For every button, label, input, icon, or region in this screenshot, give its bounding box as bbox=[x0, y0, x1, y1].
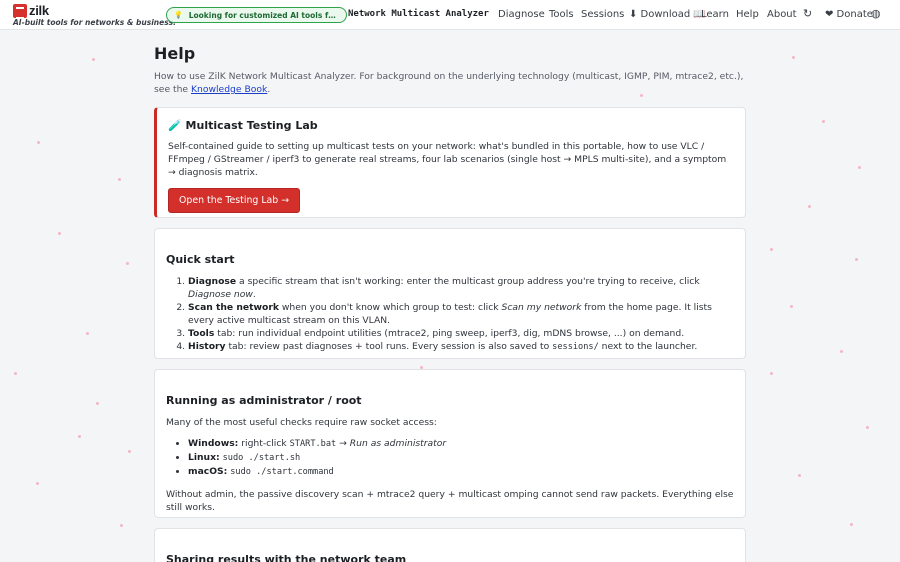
testing-lab-title-text: Multicast Testing Lab bbox=[185, 119, 318, 132]
nav-donate[interactable]: ❤ Donate bbox=[825, 9, 873, 20]
step-emphasis: Scan my network bbox=[501, 302, 582, 313]
step-label: Scan the network bbox=[188, 302, 279, 313]
os-command: sudo ./start.command bbox=[230, 467, 334, 477]
brand-tagline: AI-built tools for networks & business. bbox=[13, 18, 176, 27]
knowledge-book-link[interactable]: Knowledge Book bbox=[191, 84, 267, 95]
list-item: Tools tab: run individual endpoint utili… bbox=[188, 327, 734, 340]
brand-wordmark: zilk bbox=[29, 3, 49, 18]
open-testing-lab-button[interactable]: Open the Testing Lab → bbox=[168, 188, 301, 213]
quick-start-list: Diagnose a specific stream that isn't wo… bbox=[166, 275, 734, 354]
testing-lab-title: 🧪 Multicast Testing Lab bbox=[168, 119, 734, 132]
testing-lab-description: Self-contained guide to setting up multi… bbox=[168, 141, 727, 178]
quick-start-title: Quick start bbox=[166, 253, 235, 266]
os-text: right-click bbox=[238, 438, 290, 449]
refresh-icon[interactable]: ↻ bbox=[803, 7, 812, 20]
step-text: a specific stream that isn't working: en… bbox=[236, 276, 700, 287]
step-label: Tools bbox=[188, 328, 215, 339]
nav-learn[interactable]: Learn bbox=[701, 9, 729, 20]
list-item: History tab: review past diagnoses + too… bbox=[188, 340, 734, 354]
quick-start-card: Quick start Diagnose a specific stream t… bbox=[154, 228, 746, 359]
intro-end: . bbox=[267, 84, 271, 95]
step-text-end: . bbox=[252, 289, 256, 300]
step-emphasis: Diagnose now bbox=[188, 289, 253, 300]
nav-tools[interactable]: Tools bbox=[549, 9, 574, 20]
sharing-title: Sharing results with the network team bbox=[166, 553, 407, 562]
step-text-end: next to the launcher. bbox=[598, 341, 698, 352]
os-command: START.bat bbox=[289, 439, 337, 449]
os-label: Linux: bbox=[188, 452, 220, 463]
page-intro: How to use ZilK Network Multicast Analyz… bbox=[154, 70, 746, 96]
step-text: tab: review past diagnoses + tool runs. … bbox=[225, 341, 553, 352]
admin-card: Running as administrator / root Many of … bbox=[154, 369, 746, 518]
step-label: Diagnose bbox=[188, 276, 237, 287]
top-navbar: zilk AI-built tools for networks & busin… bbox=[0, 0, 900, 30]
sharing-card: Sharing results with the network team bbox=[154, 528, 746, 562]
list-item: Diagnose a specific stream that isn't wo… bbox=[188, 275, 734, 301]
brand-logo[interactable]: zilk AI-built tools for networks & busin… bbox=[13, 3, 176, 29]
admin-os-list: Windows: right-click START.bat → Run as … bbox=[166, 437, 734, 479]
help-header: Help How to use ZilK Network Multicast A… bbox=[154, 44, 746, 96]
list-item: macOS: sudo ./start.command bbox=[188, 465, 734, 479]
nav-help[interactable]: Help bbox=[736, 9, 759, 20]
nav-about[interactable]: About bbox=[767, 9, 797, 20]
admin-title: Running as administrator / root bbox=[166, 394, 362, 407]
step-text: tab: run individual endpoint utilities (… bbox=[214, 328, 685, 339]
admin-footer: Without admin, the passive discovery sca… bbox=[166, 489, 734, 513]
os-label: Windows: bbox=[188, 438, 239, 449]
promo-pill[interactable]: 💡 Looking for customized AI tools for y… bbox=[166, 7, 347, 23]
os-emphasis: Run as administrator bbox=[349, 438, 447, 449]
lightbulb-icon: 💡 bbox=[174, 11, 183, 19]
os-label: macOS: bbox=[188, 466, 228, 477]
os-text-arrow: → bbox=[336, 438, 350, 449]
step-label: History bbox=[188, 341, 226, 352]
nav-download[interactable]: ⬇ Download bbox=[629, 9, 690, 20]
list-item: Scan the network when you don't know whi… bbox=[188, 301, 734, 327]
step-text: when you don't know which group to test:… bbox=[278, 302, 502, 313]
page-title: Help bbox=[154, 44, 196, 63]
theme-palette-icon[interactable]: ◍ bbox=[871, 7, 881, 20]
app-title: Network Multicast Analyzer bbox=[348, 9, 489, 19]
zilk-logo-icon bbox=[13, 4, 27, 19]
list-item: Linux: sudo ./start.sh bbox=[188, 451, 734, 465]
flask-icon: 🧪 bbox=[168, 119, 182, 132]
list-item: Windows: right-click START.bat → Run as … bbox=[188, 437, 734, 451]
testing-lab-card: 🧪 Multicast Testing Lab Self-contained g… bbox=[154, 107, 746, 218]
nav-diagnose[interactable]: Diagnose bbox=[498, 9, 545, 20]
nav-sessions[interactable]: Sessions bbox=[581, 9, 624, 20]
promo-text: Looking for customized AI tools for y… bbox=[188, 10, 339, 20]
os-command: sudo ./start.sh bbox=[222, 453, 301, 463]
step-code: sessions/ bbox=[552, 342, 599, 352]
admin-lead: Many of the most useful checks require r… bbox=[166, 417, 437, 428]
